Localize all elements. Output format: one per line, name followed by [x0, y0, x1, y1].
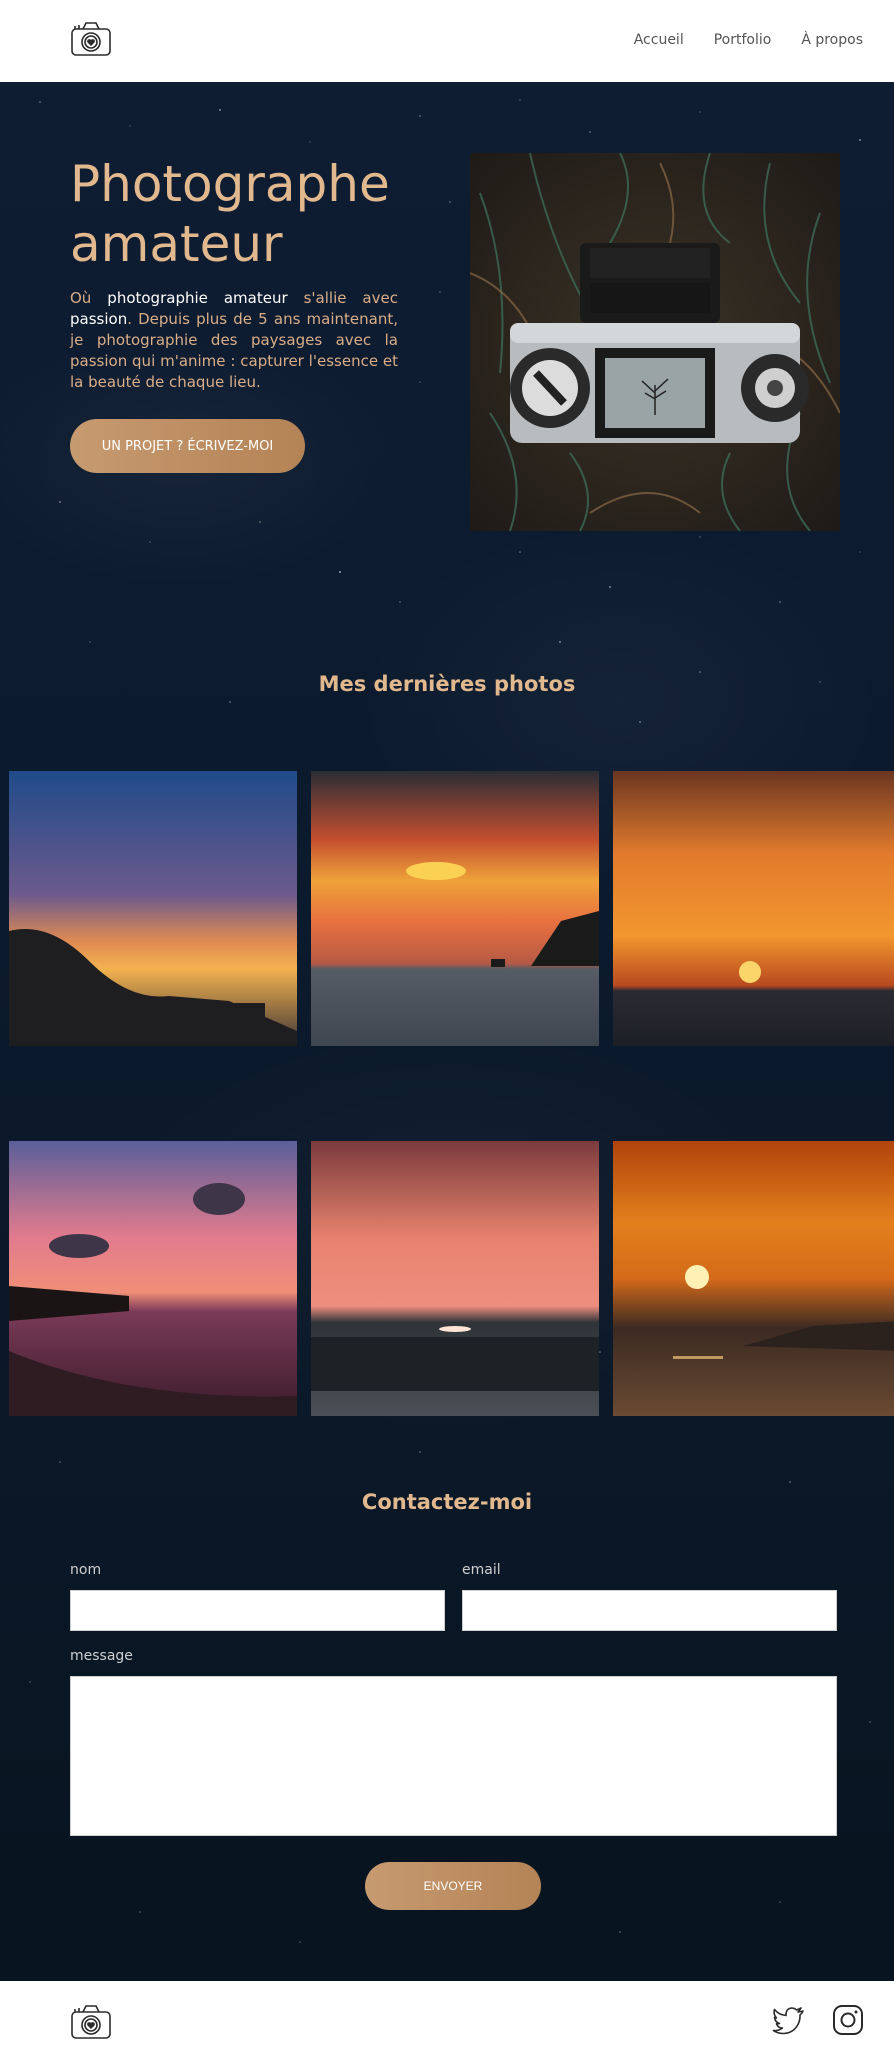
- orange-sunset-sea-image: [613, 1141, 894, 1416]
- submit-button[interactable]: ENVOYER: [365, 1862, 541, 1910]
- main-content: Photographe amateur Où photographie amat…: [0, 82, 894, 1981]
- sunset-sea-image: [311, 771, 599, 1046]
- hero-description: Où photographie amateur s'allie avec pas…: [70, 288, 398, 393]
- hero-camera-photo: [470, 153, 840, 531]
- gallery-photo-4[interactable]: [9, 1141, 297, 1416]
- sunset-horizon-image: [613, 771, 894, 1046]
- contact-cta-button[interactable]: UN PROJET ? ÉCRIVEZ-MOI: [70, 419, 305, 473]
- sunset-hills-image: [9, 771, 297, 1046]
- name-field[interactable]: [70, 1590, 445, 1631]
- instagram-icon[interactable]: [830, 2002, 866, 2038]
- gallery-photo-6[interactable]: [613, 1141, 894, 1416]
- hero-title-line2: amateur: [70, 215, 283, 273]
- hero-text-highlight2: passion: [70, 310, 128, 328]
- site-footer: [0, 1981, 894, 2063]
- message-label: message: [70, 1648, 133, 1664]
- camera-logo-icon[interactable]: [70, 2003, 112, 2041]
- email-label: email: [462, 1562, 501, 1578]
- gallery-photo-5[interactable]: [311, 1141, 599, 1416]
- gallery-title: Mes dernières photos: [318, 672, 576, 696]
- hero-text-highlight1: photographie amateur: [107, 289, 288, 307]
- hero-text-part1: Où: [70, 289, 108, 307]
- gallery-photo-1[interactable]: [9, 771, 297, 1046]
- camera-illustration: [470, 153, 840, 531]
- nav-portfolio[interactable]: Portfolio: [714, 32, 772, 48]
- hero-text-part2: s'allie avec: [287, 289, 398, 307]
- name-label: nom: [70, 1562, 102, 1578]
- message-field[interactable]: [70, 1676, 837, 1836]
- camera-logo-icon[interactable]: [70, 20, 112, 58]
- contact-title: Contactez-moi: [361, 1490, 533, 1514]
- nav-a-propos[interactable]: À propos: [801, 32, 863, 48]
- hero-title: Photographe amateur: [70, 154, 430, 274]
- gallery-photo-3[interactable]: [613, 771, 894, 1046]
- nav-accueil[interactable]: Accueil: [634, 32, 684, 48]
- twitter-icon[interactable]: [771, 2002, 807, 2038]
- pink-sky-beach-image: [9, 1141, 297, 1416]
- pink-sunset-rocks-image: [311, 1141, 599, 1416]
- hero-title-line1: Photographe: [70, 155, 390, 213]
- main-nav: Accueil Portfolio À propos: [634, 32, 863, 48]
- gallery-photo-2[interactable]: [311, 771, 599, 1046]
- email-field[interactable]: [462, 1590, 837, 1631]
- site-header: Accueil Portfolio À propos: [0, 0, 894, 82]
